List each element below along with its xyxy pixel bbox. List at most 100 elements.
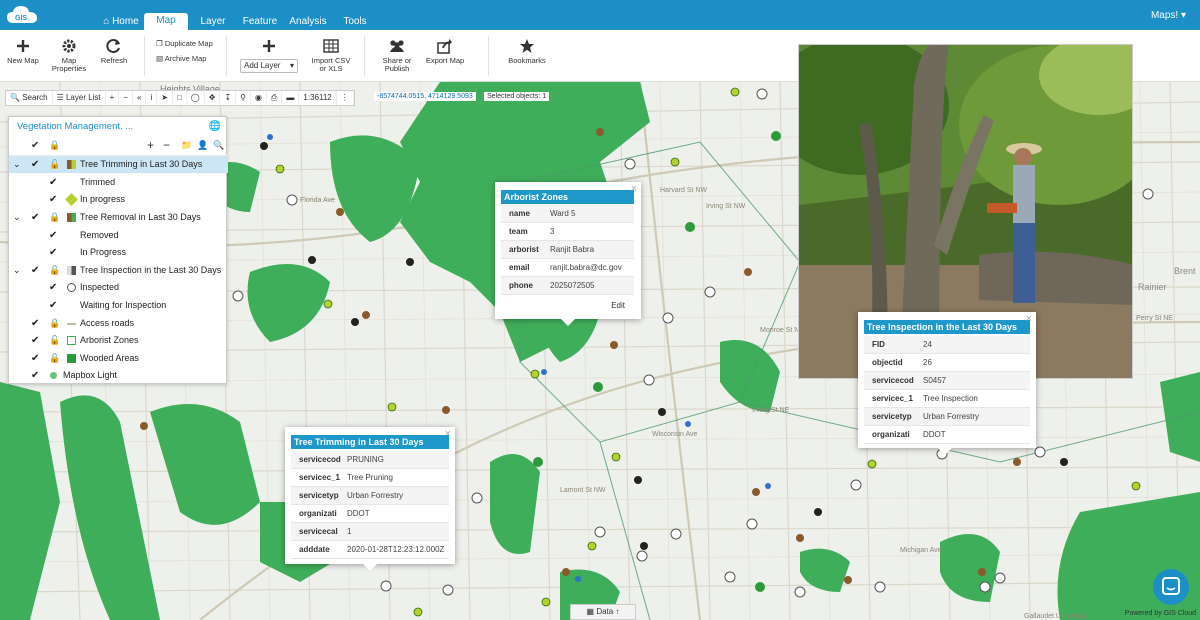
zoom-in-button[interactable]: + xyxy=(106,91,120,105)
close-icon[interactable]: × xyxy=(1026,313,1032,325)
refresh-button[interactable]: Refresh xyxy=(98,38,130,65)
layer-row-removal-in-progress[interactable]: ✔ In Progress xyxy=(9,244,228,261)
search-button[interactable]: 🔍 Search xyxy=(6,91,53,105)
layer-label: Tree Trimming in Last 30 Days xyxy=(80,159,203,169)
globe-icon[interactable]: ◉ xyxy=(251,91,267,105)
new-map-button[interactable]: New Map xyxy=(6,38,40,65)
tab-tools[interactable]: Tools xyxy=(338,14,372,30)
svg-text:GIS: GIS xyxy=(15,15,27,22)
lasso-icon[interactable]: ◯ xyxy=(187,91,205,105)
visibility-check-icon[interactable]: ✔ xyxy=(31,262,39,279)
data-tab[interactable]: ▦ Data ↑ xyxy=(570,604,636,620)
map-toolbar: 🔍 Search ☰ Layer List + − « i ➤ □ ◯ ✥ ↧ … xyxy=(5,90,355,106)
pan-icon[interactable]: ✥ xyxy=(205,91,221,105)
gis-cloud-logo[interactable]: GIS xyxy=(6,3,40,27)
layer-row-trimmed[interactable]: ✔ Trimmed xyxy=(9,174,228,191)
measure-icon[interactable]: ▬ xyxy=(282,91,300,105)
visibility-check-icon[interactable]: ✔ xyxy=(49,174,57,191)
info-icon[interactable]: i xyxy=(146,91,158,105)
popup-row: team 3 xyxy=(501,223,634,241)
tab-feature[interactable]: Feature xyxy=(240,14,280,30)
lock-icon[interactable]: 🔒 xyxy=(49,140,60,151)
layer-row-wooded-areas[interactable]: ✔ 🔓 Wooded Areas xyxy=(9,350,228,367)
svg-text:Harvard St NW: Harvard St NW xyxy=(660,187,707,194)
plus-icon xyxy=(17,40,29,52)
visibility-check-icon[interactable]: ✔ xyxy=(49,227,57,244)
visibility-check-icon[interactable]: ✔ xyxy=(31,209,39,226)
export-map-button[interactable]: Export Map xyxy=(424,38,466,65)
chevron-down-icon[interactable]: ⌄ xyxy=(13,209,21,226)
visibility-check-icon[interactable]: ✔ xyxy=(31,156,39,173)
popup-pointer xyxy=(363,564,377,571)
download-icon[interactable]: ↧ xyxy=(220,91,237,105)
check-all-icon[interactable]: ✔ xyxy=(31,140,39,151)
chevron-down-icon[interactable]: ⌄ xyxy=(13,156,21,173)
more-icon[interactable]: ⋮ xyxy=(337,91,354,105)
tab-layer[interactable]: Layer xyxy=(196,14,230,30)
bookmarks-label: Bookmarks xyxy=(508,56,546,65)
unlock-icon[interactable]: 🔓 xyxy=(49,156,60,173)
table-icon: ▦ xyxy=(586,607,595,616)
add-layer-dropdown[interactable]: Add Layer ▾ xyxy=(240,59,298,73)
visibility-check-icon[interactable]: ✔ xyxy=(31,315,39,332)
archive-map-button[interactable]: ▤ Archive Map xyxy=(156,54,206,63)
visibility-check-icon[interactable]: ✔ xyxy=(31,367,39,384)
zoom-layer-icon[interactable]: 🔍 xyxy=(213,140,224,151)
layer-row-removed[interactable]: ✔ Removed xyxy=(9,227,228,244)
layer-row-mapbox-light[interactable]: ✔ Mapbox Light xyxy=(9,367,228,384)
add-layer-plus-icon[interactable] xyxy=(261,38,277,54)
folder-icon[interactable]: 📁 xyxy=(181,140,192,151)
user-menu[interactable]: Maps! ▾ xyxy=(1151,10,1186,21)
visibility-check-icon[interactable]: ✔ xyxy=(49,244,57,261)
tab-map[interactable]: Map xyxy=(144,13,188,30)
layer-row-arborist-zones[interactable]: ✔ 🔓 Arborist Zones xyxy=(9,332,228,349)
unlock-icon[interactable]: 🔓 xyxy=(49,262,60,279)
map-properties-button[interactable]: Map Properties xyxy=(48,38,90,73)
remove-icon[interactable]: − xyxy=(163,138,170,152)
layer-row-inspected[interactable]: ✔ Inspected xyxy=(9,279,228,296)
close-icon[interactable]: × xyxy=(631,183,637,195)
collapse-icon[interactable]: « xyxy=(133,91,147,105)
import-csv-button[interactable]: Import CSV or XLS xyxy=(308,38,354,73)
visibility-check-icon[interactable]: ✔ xyxy=(49,297,57,314)
layer-row-tree-inspection[interactable]: ⌄ ✔ 🔓 Tree Inspection in the Last 30 Day… xyxy=(9,262,228,279)
layer-panel: Vegetation Management, ... 🌐 ✔ 🔒 + − 📁 👤… xyxy=(8,116,228,384)
print-icon[interactable]: ⎙ xyxy=(267,91,283,105)
chat-button[interactable] xyxy=(1153,569,1189,605)
layer-row-access-roads[interactable]: ✔ 🔒 Access roads xyxy=(9,315,228,332)
layer-row-tree-removal[interactable]: ⌄ ✔ 🔒 Tree Removal in Last 30 Days xyxy=(9,209,228,226)
select-box-icon[interactable]: □ xyxy=(173,91,187,105)
tab-analysis[interactable]: Analysis xyxy=(288,14,328,30)
layer-row-tree-trimming[interactable]: ⌄ ✔ 🔓 Tree Trimming in Last 30 Days xyxy=(9,156,228,173)
edit-link[interactable]: Edit xyxy=(611,301,625,310)
chevron-down-icon[interactable]: ⌄ xyxy=(13,262,21,279)
zoom-out-button[interactable]: − xyxy=(119,91,133,105)
tab-home[interactable]: ⌂ Home xyxy=(100,14,142,30)
close-icon[interactable]: × xyxy=(445,428,451,440)
pointer-icon[interactable]: ➤ xyxy=(157,91,173,105)
layer-list-button[interactable]: ☰ Layer List xyxy=(53,91,106,105)
lock-icon[interactable]: 🔒 xyxy=(49,209,60,226)
visibility-check-icon[interactable]: ✔ xyxy=(49,279,57,296)
layer-row-waiting-inspection[interactable]: ✔ Waiting for Inspection xyxy=(9,297,228,314)
popup-row: FID 24 xyxy=(864,336,1030,354)
unlock-icon[interactable]: 🔓 xyxy=(49,350,60,367)
lock-icon[interactable]: 🔒 xyxy=(49,315,60,332)
duplicate-map-button[interactable]: ❐ Duplicate Map xyxy=(156,39,213,48)
add-icon[interactable]: + xyxy=(147,138,154,152)
visibility-check-icon[interactable]: ✔ xyxy=(31,350,39,367)
user-menu-label: Maps! xyxy=(1150,10,1179,21)
layer-row-in-progress[interactable]: ✔ In progress xyxy=(9,191,228,208)
popup-key: email xyxy=(509,263,530,272)
visibility-check-icon[interactable]: ✔ xyxy=(49,191,57,208)
powered-by: Powered by GIS Cloud xyxy=(1124,610,1196,617)
globe-icon[interactable]: 🌐 xyxy=(209,121,221,132)
bookmarks-button[interactable]: Bookmarks xyxy=(506,38,548,65)
zoom-box-icon[interactable]: ⚲ xyxy=(236,91,251,105)
user-icon[interactable]: 👤 xyxy=(197,140,208,151)
visibility-check-icon[interactable]: ✔ xyxy=(31,332,39,349)
share-publish-button[interactable]: Share or Publish xyxy=(378,38,416,73)
popup-key: servicetyp xyxy=(872,412,912,421)
unlock-icon[interactable]: 🔓 xyxy=(49,332,60,349)
layer-panel-title[interactable]: Vegetation Management, ... xyxy=(17,121,133,132)
